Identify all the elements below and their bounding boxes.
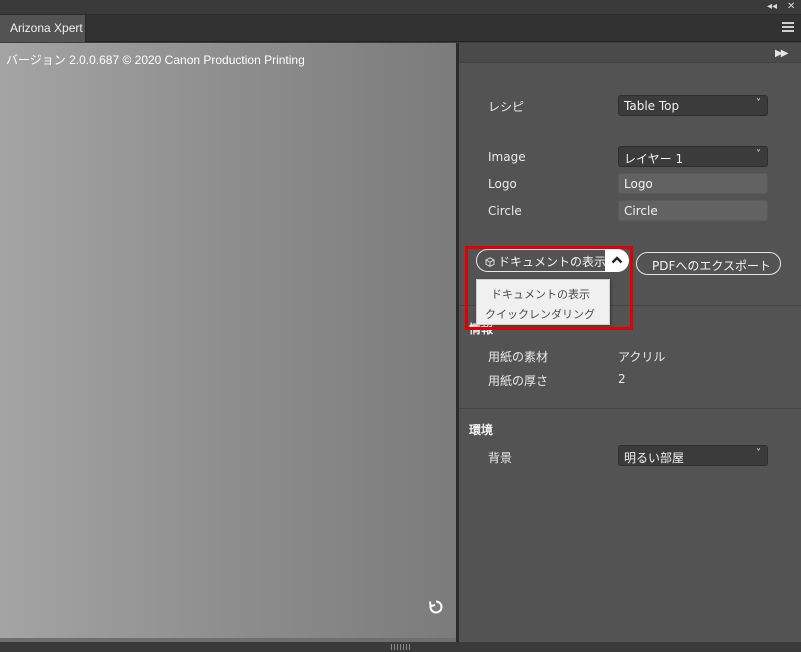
resize-grip[interactable]	[391, 644, 411, 650]
view-mode-menu: ドキュメントの表示 クイックレンダリング	[476, 279, 610, 325]
background-select-value: 明るい部屋	[624, 451, 685, 465]
view-document-button[interactable]: ドキュメントの表示	[476, 249, 629, 272]
menu-item-view-document[interactable]: ドキュメントの表示	[477, 283, 609, 303]
panel-menu-icon[interactable]	[782, 22, 794, 32]
export-pdf-button[interactable]: PDFへのエクスポート	[636, 252, 781, 275]
media-thickness-label: 用紙の厚さ	[488, 374, 549, 388]
section-divider	[459, 408, 801, 409]
circle-field[interactable]: Circle	[618, 200, 768, 221]
image-select-value: レイヤー 1	[624, 152, 684, 166]
recipe-label: レシピ	[488, 100, 525, 114]
view-document-label: ドキュメントの表示	[498, 255, 607, 269]
background-label: 背景	[488, 451, 513, 465]
panel-header: ▶▶	[459, 43, 801, 63]
logo-field[interactable]: Logo	[618, 173, 768, 194]
chevron-down-icon: ˅	[756, 448, 761, 459]
close-icon[interactable]: ✕	[787, 1, 795, 13]
expand-icon[interactable]: ▶▶	[775, 48, 788, 59]
view-document-dropdown-toggle[interactable]	[605, 249, 629, 272]
tab-bar: Arizona Xpert	[0, 15, 801, 42]
collapse-icon[interactable]: ◂◂	[767, 1, 777, 13]
preview-canvas[interactable]: バージョン 2.0.0.687 © 2020 Canon Production …	[0, 43, 456, 640]
circle-label: Circle	[488, 204, 522, 218]
image-label: Image	[488, 150, 526, 164]
version-label: バージョン 2.0.0.687 © 2020 Canon Production …	[6, 53, 305, 67]
refresh-icon[interactable]	[428, 599, 444, 615]
chevron-down-icon: ˅	[756, 98, 761, 109]
settings-panel: ▶▶ レシピ Table Top ˅ Image レイヤー 1 ˅ Logo L…	[459, 43, 801, 642]
chevron-down-icon: ˅	[756, 149, 761, 160]
cube-icon	[485, 257, 495, 267]
menu-item-quick-render[interactable]: クイックレンダリング	[477, 303, 609, 323]
media-material-value: アクリル	[618, 350, 666, 364]
environment-section-title: 環境	[469, 423, 494, 437]
caret-up-icon	[611, 256, 623, 264]
media-thickness-value: 2	[618, 372, 626, 386]
image-select[interactable]: レイヤー 1 ˅	[618, 146, 768, 167]
recipe-select[interactable]: Table Top ˅	[618, 95, 768, 116]
status-bar	[0, 642, 801, 652]
logo-label: Logo	[488, 177, 517, 191]
media-material-label: 用紙の素材	[488, 350, 549, 364]
recipe-select-value: Table Top	[624, 99, 680, 113]
tab-arizona-xpert[interactable]: Arizona Xpert	[0, 15, 86, 42]
background-select[interactable]: 明るい部屋 ˅	[618, 445, 768, 466]
window-titlebar: ◂◂ ✕	[0, 0, 801, 15]
